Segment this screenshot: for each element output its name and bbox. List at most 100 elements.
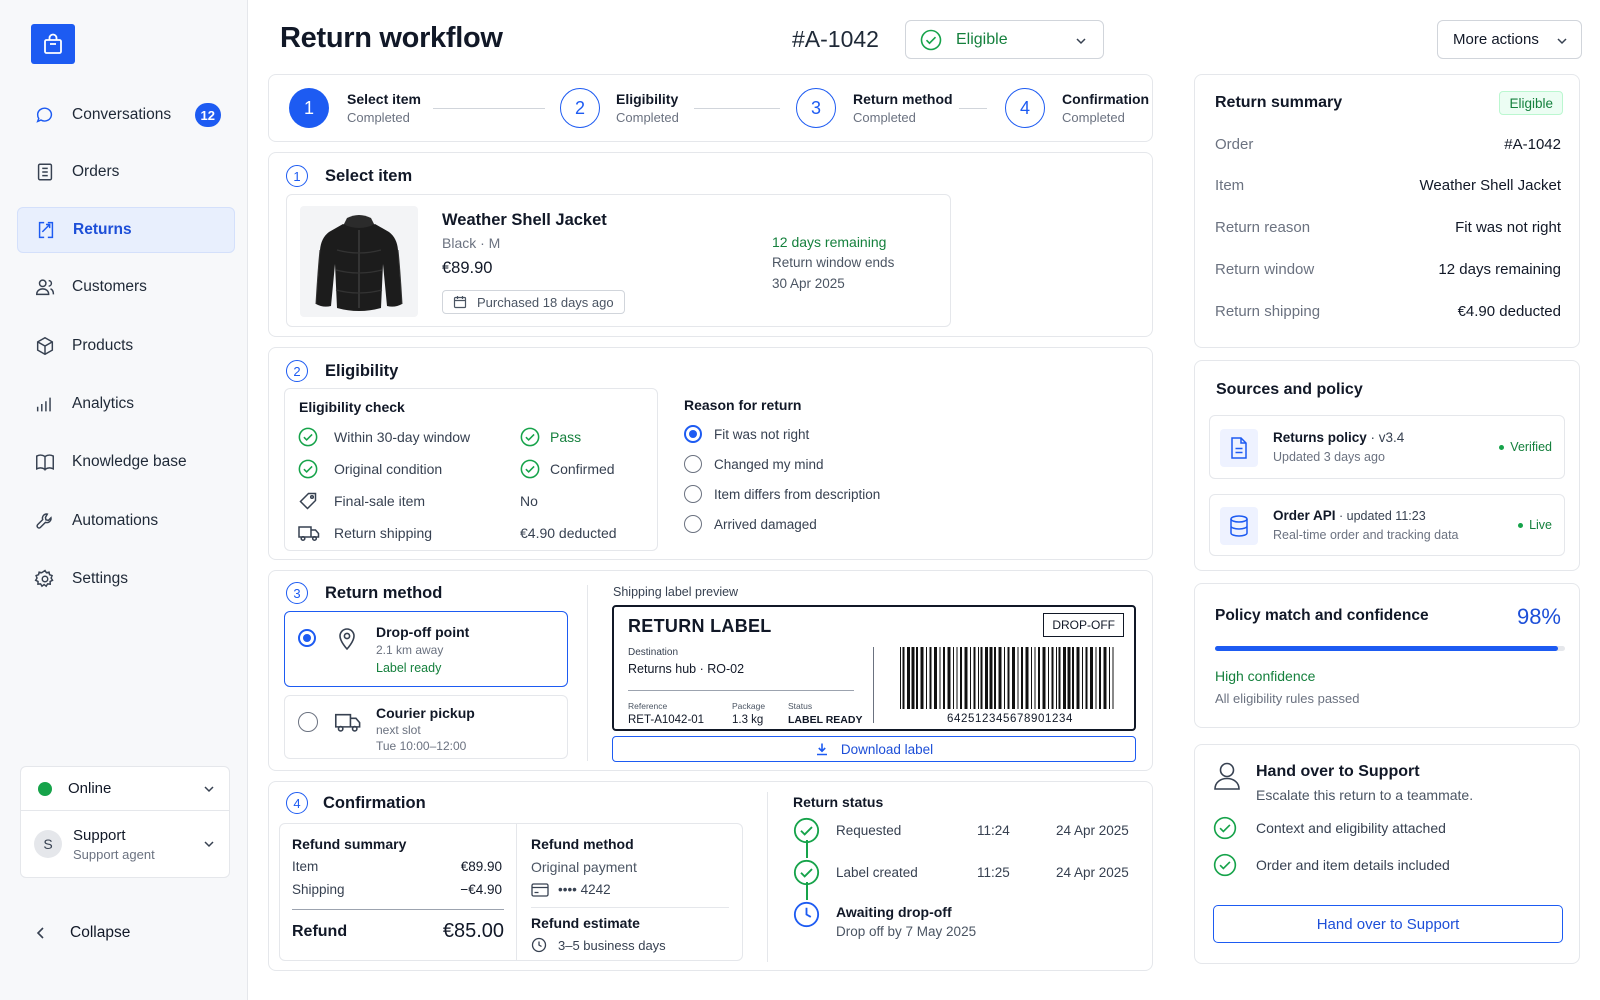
reason-option[interactable]: Arrived damaged — [684, 515, 817, 533]
radio-unselected[interactable] — [684, 515, 702, 533]
section-title: Confirmation — [323, 793, 426, 812]
return-status-title: Return status — [793, 794, 884, 810]
handover-check: Context and eligibility attached — [1213, 816, 1446, 840]
nav-knowledge-base[interactable]: Knowledge base — [17, 439, 235, 485]
reference-value: RET-A1042-01 — [628, 714, 705, 726]
step-label: Eligibility — [616, 91, 679, 107]
barcode-bar — [985, 647, 988, 709]
barcode-bar — [1021, 647, 1023, 709]
product-variant: Black · M — [442, 235, 501, 251]
more-actions-button[interactable]: More actions — [1437, 20, 1582, 59]
nav-orders[interactable]: Orders — [17, 149, 235, 195]
step-3[interactable]: 3 Return method Completed — [796, 88, 953, 128]
barcode-bar — [1012, 647, 1015, 709]
method-option-courier[interactable]: Courier pickup next slot Tue 10:00–12:00 — [284, 695, 568, 759]
step-1[interactable]: 1 Select item Completed — [289, 88, 421, 128]
reason-option[interactable]: Fit was not right — [684, 425, 809, 443]
status-dropdown[interactable]: Eligible — [905, 20, 1104, 59]
section-number: 4 — [286, 792, 308, 814]
radio-unselected[interactable] — [684, 485, 702, 503]
nav-label: Orders — [72, 163, 120, 180]
section-number: 1 — [286, 165, 308, 187]
progress-stepper: 1 Select item Completed 2 Eligibility Co… — [268, 74, 1153, 142]
row-key: Return reason — [1215, 219, 1311, 236]
source-item[interactable]: Order API · updated 11:23 Real-time orde… — [1209, 494, 1565, 556]
barcode-bar — [956, 647, 958, 709]
users-icon — [33, 275, 57, 299]
nav-automations[interactable]: Automations — [17, 498, 235, 544]
label-rule — [628, 690, 854, 691]
status-text: Live — [1529, 518, 1552, 532]
user-menu[interactable]: S Support Support agent — [21, 811, 229, 877]
section-title: Eligibility — [325, 361, 399, 380]
check-value: €4.90 deducted — [520, 525, 617, 541]
step-2[interactable]: 2 Eligibility Completed — [560, 88, 679, 128]
step-label: Confirmation — [1062, 91, 1150, 107]
label-divider — [873, 647, 874, 723]
nav-label: Customers — [72, 278, 147, 295]
source-name: Order API — [1273, 508, 1336, 523]
reason-label: Arrived damaged — [714, 516, 817, 532]
item-card[interactable]: Weather Shell Jacket Black · M €89.90 Pu… — [286, 194, 951, 327]
nav-products[interactable]: Products — [17, 323, 235, 369]
reason-title: Reason for return — [684, 397, 802, 413]
download-label-button[interactable]: Download label — [612, 736, 1136, 762]
method-note: Label ready — [376, 661, 442, 675]
status-value: Eligible — [956, 30, 1008, 48]
nav-label: Knowledge base — [72, 453, 187, 470]
reason-option[interactable]: Changed my mind — [684, 455, 824, 473]
timeline-step: Requested 11:24 24 Apr 2025 — [793, 817, 1133, 845]
payment-card: •••• 4242 — [531, 882, 611, 897]
barcode-bar — [964, 647, 968, 709]
check-circle-icon — [1213, 816, 1237, 840]
source-meta: · v3.4 — [1366, 430, 1405, 445]
divider — [767, 792, 768, 962]
sources-title: Sources and policy — [1216, 381, 1363, 398]
method-title: Courier pickup — [376, 705, 475, 721]
nav-analytics[interactable]: Analytics — [17, 381, 235, 427]
check-circle-icon — [1213, 853, 1237, 877]
box-icon — [33, 334, 57, 358]
estimate-value: 3–5 business days — [558, 937, 666, 953]
divider — [587, 585, 588, 761]
radio-unselected[interactable] — [684, 455, 702, 473]
status-select[interactable]: Online — [21, 767, 229, 811]
summary-row: Return reason Fit was not right — [1215, 219, 1561, 236]
step-connector — [433, 108, 545, 109]
step-label: Select item — [347, 91, 421, 107]
chevron-left-icon — [36, 927, 44, 939]
reason-option[interactable]: Item differs from description — [684, 485, 880, 503]
nav-returns[interactable]: Returns — [17, 207, 235, 253]
barcode-bar — [947, 647, 951, 709]
radio-selected[interactable] — [684, 425, 702, 443]
check-label: Within 30-day window — [334, 429, 471, 445]
order-id: #A-1042 — [792, 26, 879, 52]
check-label: Context and eligibility attached — [1256, 820, 1446, 836]
collapse-button[interactable]: Collapse — [34, 924, 130, 942]
step-label: Return method — [853, 91, 953, 107]
panel-title: Eligibility check — [299, 399, 405, 415]
check-label: Original condition — [334, 461, 443, 477]
method-option-dropoff[interactable]: Drop-off point 2.1 km away Label ready — [284, 611, 568, 687]
radio-selected[interactable] — [298, 629, 316, 647]
check-circle-icon — [793, 817, 820, 844]
method-note: Tue 10:00–12:00 — [376, 739, 467, 753]
step-4[interactable]: 4 Confirmation Completed — [1005, 88, 1149, 128]
section-title: Return method — [325, 583, 443, 602]
card-number: •••• 4242 — [558, 882, 611, 897]
nav-customers[interactable]: Customers — [17, 264, 235, 310]
source-item[interactable]: Returns policy · v3.4 Updated 3 days ago… — [1209, 415, 1565, 479]
window-label: Return window ends — [772, 255, 895, 270]
app-logo[interactable] — [31, 24, 75, 64]
barcode-bar — [1048, 647, 1049, 709]
gear-icon — [33, 567, 57, 591]
summary-row: Return shipping €4.90 deducted — [1215, 303, 1561, 320]
hand-over-button[interactable]: Hand over to Support — [1213, 905, 1563, 943]
timeline-step-pending: Awaiting drop-off Drop off by 7 May 2025 — [793, 901, 1133, 947]
nav-settings[interactable]: Settings — [17, 556, 235, 602]
nav-conversations[interactable]: Conversations 12 — [17, 92, 235, 138]
source-status: Live — [1518, 518, 1552, 532]
row-key: Return window — [1215, 261, 1315, 278]
summary-row: Order #A-1042 — [1215, 136, 1561, 153]
radio-unselected[interactable] — [298, 712, 318, 732]
